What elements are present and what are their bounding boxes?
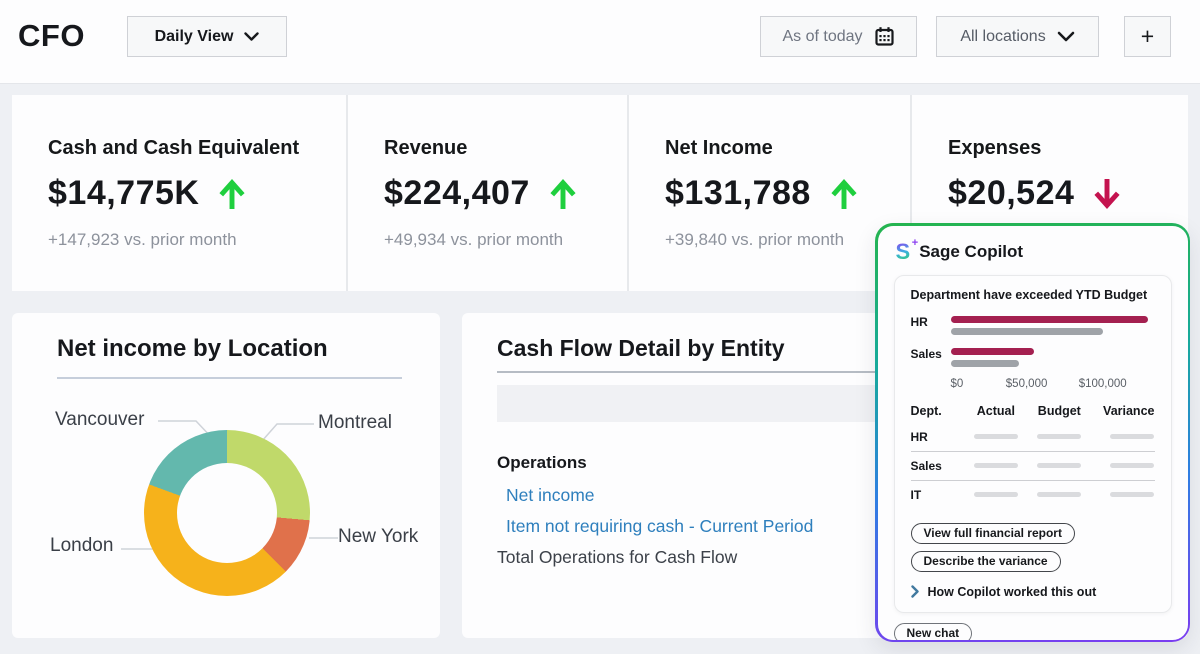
axis-tick: $100,000	[1079, 378, 1127, 390]
copilot-panel: S+ Sage Copilot Department have exceeded…	[875, 223, 1190, 642]
table-header-cell: Budget	[1038, 404, 1081, 418]
view-selector-button[interactable]: Daily View	[127, 16, 287, 57]
placeholder-bar	[1110, 463, 1154, 468]
total-row-label: Total Operations for Cash Flow	[497, 547, 737, 568]
chart-label-london: London	[50, 535, 113, 557]
table-header-row: Dept. Actual Budget Variance	[911, 404, 1155, 423]
divider	[57, 377, 402, 379]
kpi-value: $224,407	[384, 174, 530, 213]
copilot-title: Sage Copilot	[919, 242, 1023, 262]
card-title: Cash Flow Detail by Entity	[497, 335, 785, 362]
date-filter-label: As of today	[782, 28, 862, 46]
placeholder-bar	[1037, 434, 1081, 439]
axis-tick: $50,000	[1006, 378, 1048, 390]
placeholder-bar	[1110, 492, 1154, 497]
disclosure-label: How Copilot worked this out	[928, 585, 1097, 599]
kpi-value: $20,524	[948, 174, 1074, 213]
view-selector-label: Daily View	[155, 28, 234, 46]
chevron-down-icon	[244, 32, 259, 41]
donut-hole	[177, 463, 277, 563]
how-copilot-worked-disclosure[interactable]: How Copilot worked this out	[911, 585, 1155, 599]
section-label-operations: Operations	[497, 453, 587, 473]
trend-down-icon	[1094, 179, 1120, 209]
plus-icon: +	[1141, 23, 1154, 50]
kpi-value: $14,775K	[48, 174, 199, 213]
top-header: CFO Daily View As of today All locations…	[0, 0, 1200, 84]
kpi-delta: +147,923 vs. prior month	[48, 230, 346, 250]
date-filter-button[interactable]: As of today	[760, 16, 917, 57]
copilot-panel-inner: S+ Sage Copilot Department have exceeded…	[878, 226, 1188, 640]
placeholder-bar	[1037, 463, 1081, 468]
kpi-card-cash: Cash and Cash Equivalent $14,775K +147,9…	[12, 95, 348, 291]
budget-bar	[951, 328, 1103, 335]
bar-label: HR	[911, 314, 951, 335]
app-title: CFO	[18, 18, 85, 54]
placeholder-bar	[1037, 492, 1081, 497]
kpi-card-revenue: Revenue $224,407 +49,934 vs. prior month	[348, 95, 629, 291]
x-axis: $0 $50,000 $100,000	[951, 378, 1155, 394]
sparkle-plus-icon: +	[912, 238, 918, 249]
kpi-delta: +49,934 vs. prior month	[384, 230, 627, 250]
chart-label-montreal: Montreal	[318, 412, 392, 434]
location-filter-button[interactable]: All locations	[936, 16, 1099, 57]
trend-up-icon	[219, 179, 245, 209]
card-title: Net income by Location	[57, 335, 328, 363]
axis-tick: $0	[951, 378, 964, 390]
dept-table: Dept. Actual Budget Variance HR Sales	[911, 404, 1155, 509]
donut-chart[interactable]	[144, 430, 310, 596]
link-item-not-requiring-cash[interactable]: Item not requiring cash - Current Period	[506, 516, 813, 537]
table-row: IT	[911, 481, 1155, 509]
bar-row-hr: HR	[911, 314, 1155, 335]
kpi-title: Net Income	[665, 137, 910, 160]
trend-up-icon	[831, 179, 857, 209]
placeholder-bar	[1110, 434, 1154, 439]
actual-bar	[951, 348, 1035, 355]
sage-logo-icon: S+	[896, 241, 911, 263]
table-row: HR	[911, 423, 1155, 452]
kpi-delta: +39,840 vs. prior month	[665, 230, 910, 250]
budget-bar-chart: HR Sales $0 $50,000 $100,000	[911, 314, 1155, 394]
calendar-icon	[874, 26, 895, 47]
new-chat-button[interactable]: New chat	[894, 623, 973, 640]
kpi-value: $131,788	[665, 174, 811, 213]
insight-card: Department have exceeded YTD Budget HR S…	[894, 275, 1172, 613]
table-header-cell: Variance	[1103, 404, 1154, 418]
placeholder-bar	[974, 463, 1018, 468]
row-label: IT	[911, 488, 965, 502]
chevron-down-icon	[1057, 31, 1075, 42]
location-card: Net income by Location Vancouver Montrea…	[12, 313, 440, 638]
chart-label-new-york: New York	[338, 526, 418, 548]
location-filter-label: All locations	[960, 28, 1045, 46]
table-header-cell: Dept.	[911, 404, 965, 418]
insight-title: Department have exceeded YTD Budget	[911, 288, 1155, 302]
chart-label-vancouver: Vancouver	[55, 409, 144, 431]
placeholder-bar	[974, 434, 1018, 439]
trend-up-icon	[550, 179, 576, 209]
budget-bar	[951, 360, 1020, 367]
kpi-title: Expenses	[948, 137, 1188, 160]
placeholder-bar	[974, 492, 1018, 497]
row-label: HR	[911, 430, 965, 444]
describe-variance-button[interactable]: Describe the variance	[911, 551, 1061, 572]
chevron-right-icon	[911, 585, 919, 598]
view-report-button[interactable]: View full financial report	[911, 523, 1075, 544]
kpi-title: Cash and Cash Equivalent	[48, 137, 346, 160]
table-row: Sales	[911, 452, 1155, 481]
bar-row-sales: Sales	[911, 346, 1155, 367]
table-header-cell: Actual	[977, 404, 1015, 418]
row-label: Sales	[911, 459, 965, 473]
link-net-income[interactable]: Net income	[506, 485, 595, 506]
add-button[interactable]: +	[1124, 16, 1171, 57]
bar-label: Sales	[911, 346, 951, 367]
kpi-title: Revenue	[384, 137, 627, 160]
actual-bar	[951, 316, 1149, 323]
kpi-card-net-income: Net Income $131,788 +39,840 vs. prior mo…	[629, 95, 912, 291]
